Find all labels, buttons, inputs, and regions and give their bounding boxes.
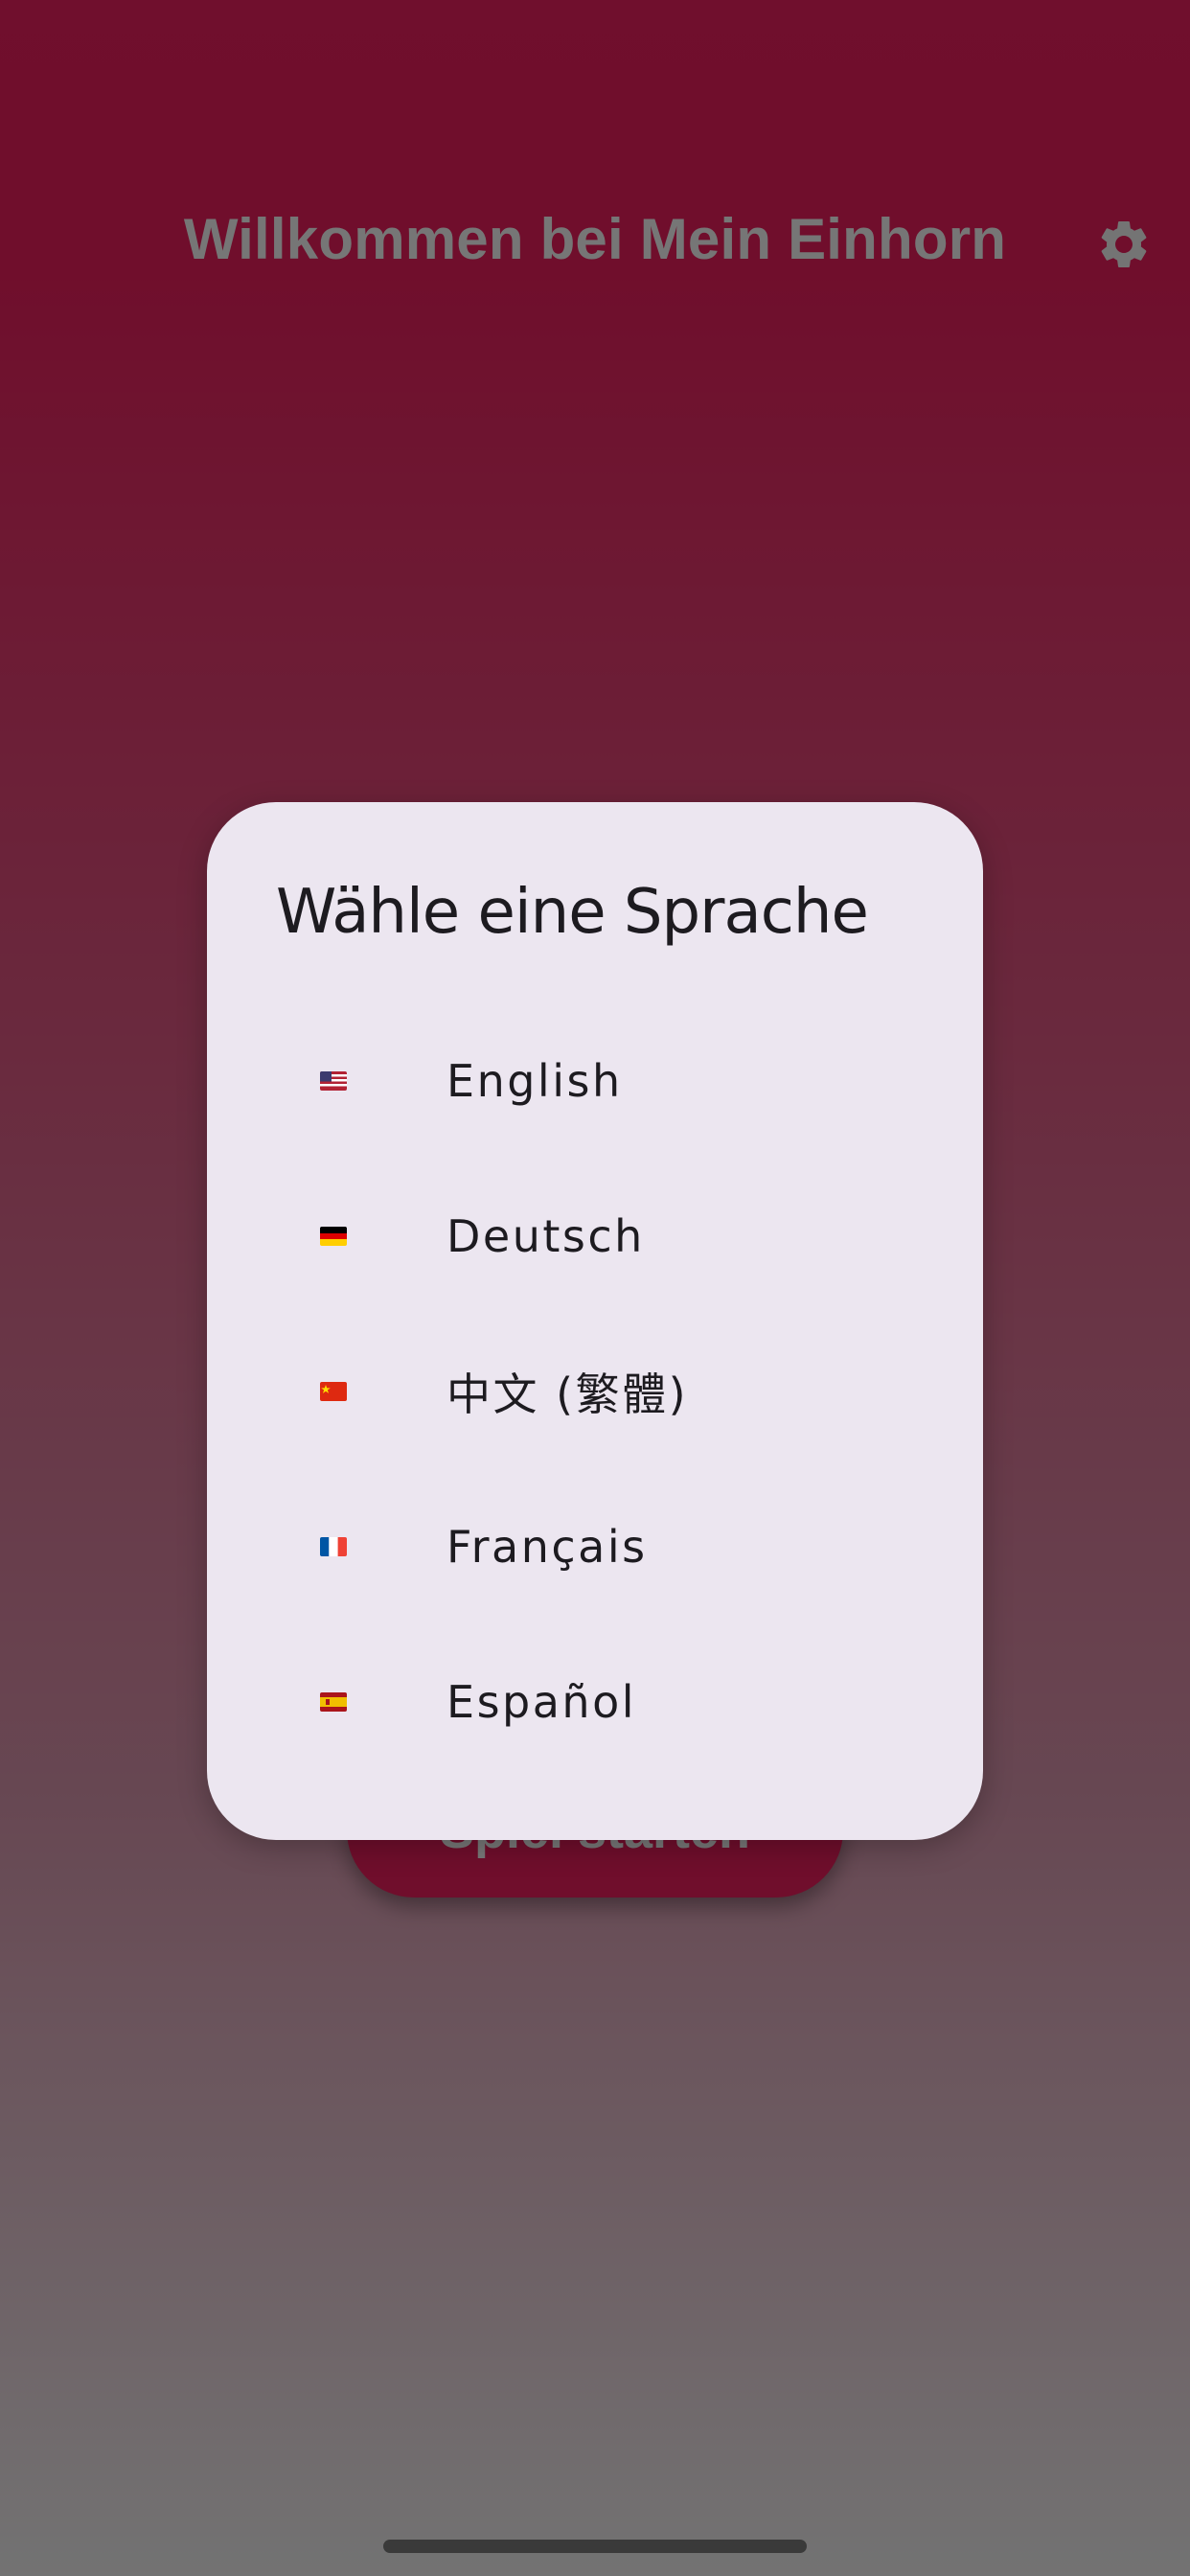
flag-de-icon — [320, 1227, 347, 1246]
flag-cn-icon — [320, 1382, 347, 1401]
language-label: Français — [446, 1521, 648, 1573]
language-label: English — [446, 1055, 623, 1107]
language-label: 中文 (繁體) — [446, 1368, 689, 1420]
language-dialog: Wähle eine Sprache English Deutsch 中文 (繁… — [207, 802, 983, 1840]
language-label: Español — [446, 1676, 636, 1728]
flag-us-icon — [320, 1071, 347, 1091]
dialog-title: Wähle eine Sprache — [276, 877, 869, 948]
language-option-deutsch[interactable]: Deutsch — [207, 1159, 983, 1314]
language-option-espanol[interactable]: Español — [207, 1624, 983, 1780]
language-list: English Deutsch 中文 (繁體) Français Español — [207, 1003, 983, 1780]
home-indicator[interactable] — [383, 2540, 807, 2553]
flag-es-icon — [320, 1692, 347, 1712]
language-option-francais[interactable]: Français — [207, 1469, 983, 1624]
language-option-english[interactable]: English — [207, 1003, 983, 1159]
language-label: Deutsch — [446, 1210, 645, 1262]
language-option-chinese-traditional[interactable]: 中文 (繁體) — [207, 1314, 983, 1469]
flag-fr-icon — [320, 1537, 347, 1556]
